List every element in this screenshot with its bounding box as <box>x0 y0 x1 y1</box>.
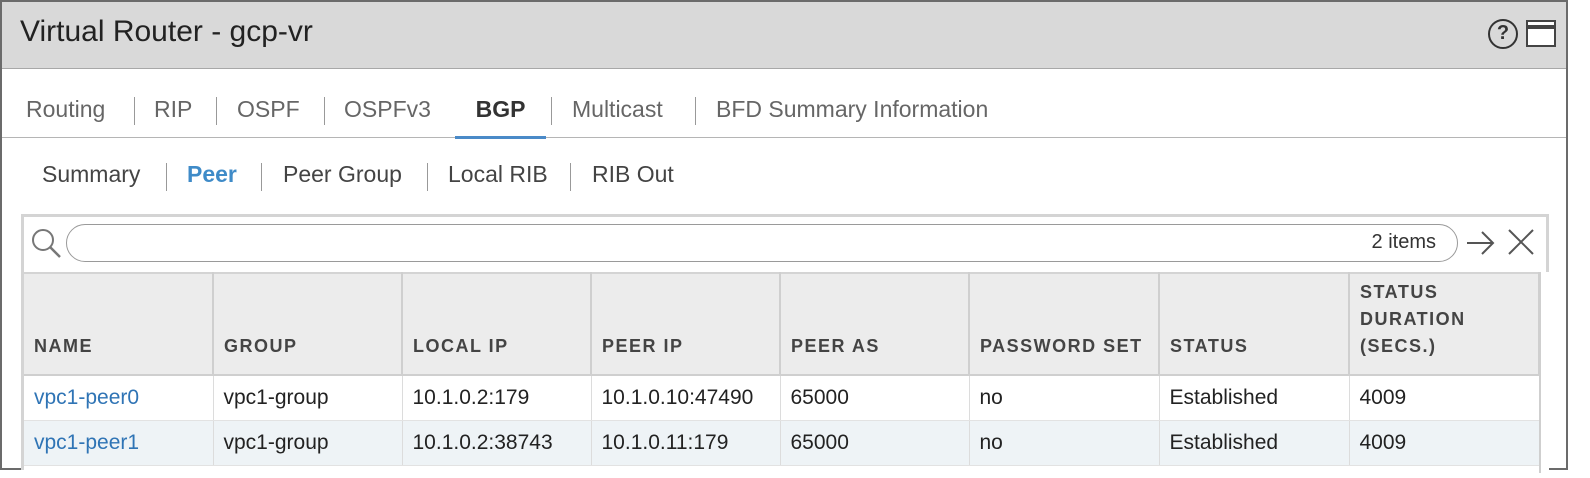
subtab-divider <box>261 163 262 191</box>
peer-name-link[interactable]: vpc1-peer0 <box>24 375 214 421</box>
maximize-icon[interactable] <box>1526 20 1556 47</box>
tab-ospf[interactable]: OSPF <box>237 70 300 138</box>
bgp-peer-table: NAME GROUP LOCAL IP PEER IP PEER AS PASS… <box>24 272 1540 466</box>
cell-peer-as: 65000 <box>780 375 970 421</box>
table-header-row: NAME GROUP LOCAL IP PEER IP PEER AS PASS… <box>24 272 1540 376</box>
tab-divider <box>216 97 217 125</box>
bgp-subtabs: Summary Peer Peer Group Local RIB RIB Ou… <box>2 139 1566 213</box>
cell-local-ip: 10.1.0.2:38743 <box>402 420 592 466</box>
cell-local-ip: 10.1.0.2:179 <box>402 375 592 421</box>
tab-divider <box>551 97 552 125</box>
subtab-divider <box>427 163 428 191</box>
item-count: 2 items <box>1371 231 1436 253</box>
dialog-title: Virtual Router - gcp-vr <box>20 15 313 48</box>
peer-name-link[interactable]: vpc1-peer1 <box>24 420 214 466</box>
tab-ospfv3[interactable]: OSPFv3 <box>344 70 431 138</box>
search-icon <box>32 229 61 258</box>
subtab-summary[interactable]: Summary <box>42 161 140 188</box>
arrow-right-icon[interactable] <box>1464 227 1496 259</box>
title-bar: Virtual Router - gcp-vr ? <box>2 2 1566 69</box>
subtab-divider <box>570 163 571 191</box>
subtab-peer-group[interactable]: Peer Group <box>283 161 402 188</box>
column-header-status-duration[interactable]: STATUS DURATION (SECS.) <box>1349 272 1540 376</box>
cell-status: Established <box>1159 375 1350 421</box>
cell-status-duration: 4009 <box>1349 375 1540 421</box>
cell-peer-as: 65000 <box>780 420 970 466</box>
cell-status-duration: 4009 <box>1349 420 1540 466</box>
subtab-divider <box>166 163 167 191</box>
column-header-name[interactable]: NAME <box>24 272 214 376</box>
close-icon[interactable] <box>1506 227 1536 257</box>
cell-group: vpc1-group <box>213 420 403 466</box>
column-header-password-set[interactable]: PASSWORD SET <box>969 272 1160 376</box>
cell-peer-ip: 10.1.0.11:179 <box>591 420 781 466</box>
cell-status: Established <box>1159 420 1350 466</box>
tab-multicast[interactable]: Multicast <box>572 70 663 138</box>
help-icon[interactable]: ? <box>1488 19 1518 49</box>
cell-peer-ip: 10.1.0.10:47490 <box>591 375 781 421</box>
column-header-status[interactable]: STATUS <box>1159 272 1350 376</box>
search-input[interactable] <box>66 224 1458 262</box>
tab-divider <box>134 97 135 125</box>
main-tabs: Routing RIP OSPF OSPFv3 BGP Multicast BF… <box>2 70 1566 139</box>
table-row[interactable]: vpc1-peer1 vpc1-group 10.1.0.2:38743 10.… <box>24 420 1540 466</box>
tab-bfd-summary[interactable]: BFD Summary Information <box>716 70 988 138</box>
tab-divider <box>695 97 696 125</box>
cell-password-set: no <box>969 420 1160 466</box>
subtab-peer[interactable]: Peer <box>187 161 237 188</box>
column-header-local-ip[interactable]: LOCAL IP <box>402 272 592 376</box>
tab-bgp[interactable]: BGP <box>455 70 546 139</box>
column-header-peer-as[interactable]: PEER AS <box>780 272 970 376</box>
table-row[interactable]: vpc1-peer0 vpc1-group 10.1.0.2:179 10.1.… <box>24 375 1540 421</box>
table-scrollbar-gutter <box>1539 272 1549 473</box>
subtab-local-rib[interactable]: Local RIB <box>448 161 548 188</box>
column-header-peer-ip[interactable]: PEER IP <box>591 272 781 376</box>
cell-password-set: no <box>969 375 1160 421</box>
tab-divider <box>324 97 325 125</box>
virtual-router-dialog: Virtual Router - gcp-vr ? Routing RIP OS… <box>0 0 1568 473</box>
tab-routing[interactable]: Routing <box>26 70 105 138</box>
search-bar: 2 items <box>24 217 1546 272</box>
column-header-group[interactable]: GROUP <box>213 272 403 376</box>
cell-group: vpc1-group <box>213 375 403 421</box>
tab-rip[interactable]: RIP <box>154 70 192 138</box>
subtab-rib-out[interactable]: RIB Out <box>592 161 674 188</box>
peer-table-panel: 2 items NAME GROUP LOCAL IP PEER IP PEER… <box>21 214 1549 473</box>
